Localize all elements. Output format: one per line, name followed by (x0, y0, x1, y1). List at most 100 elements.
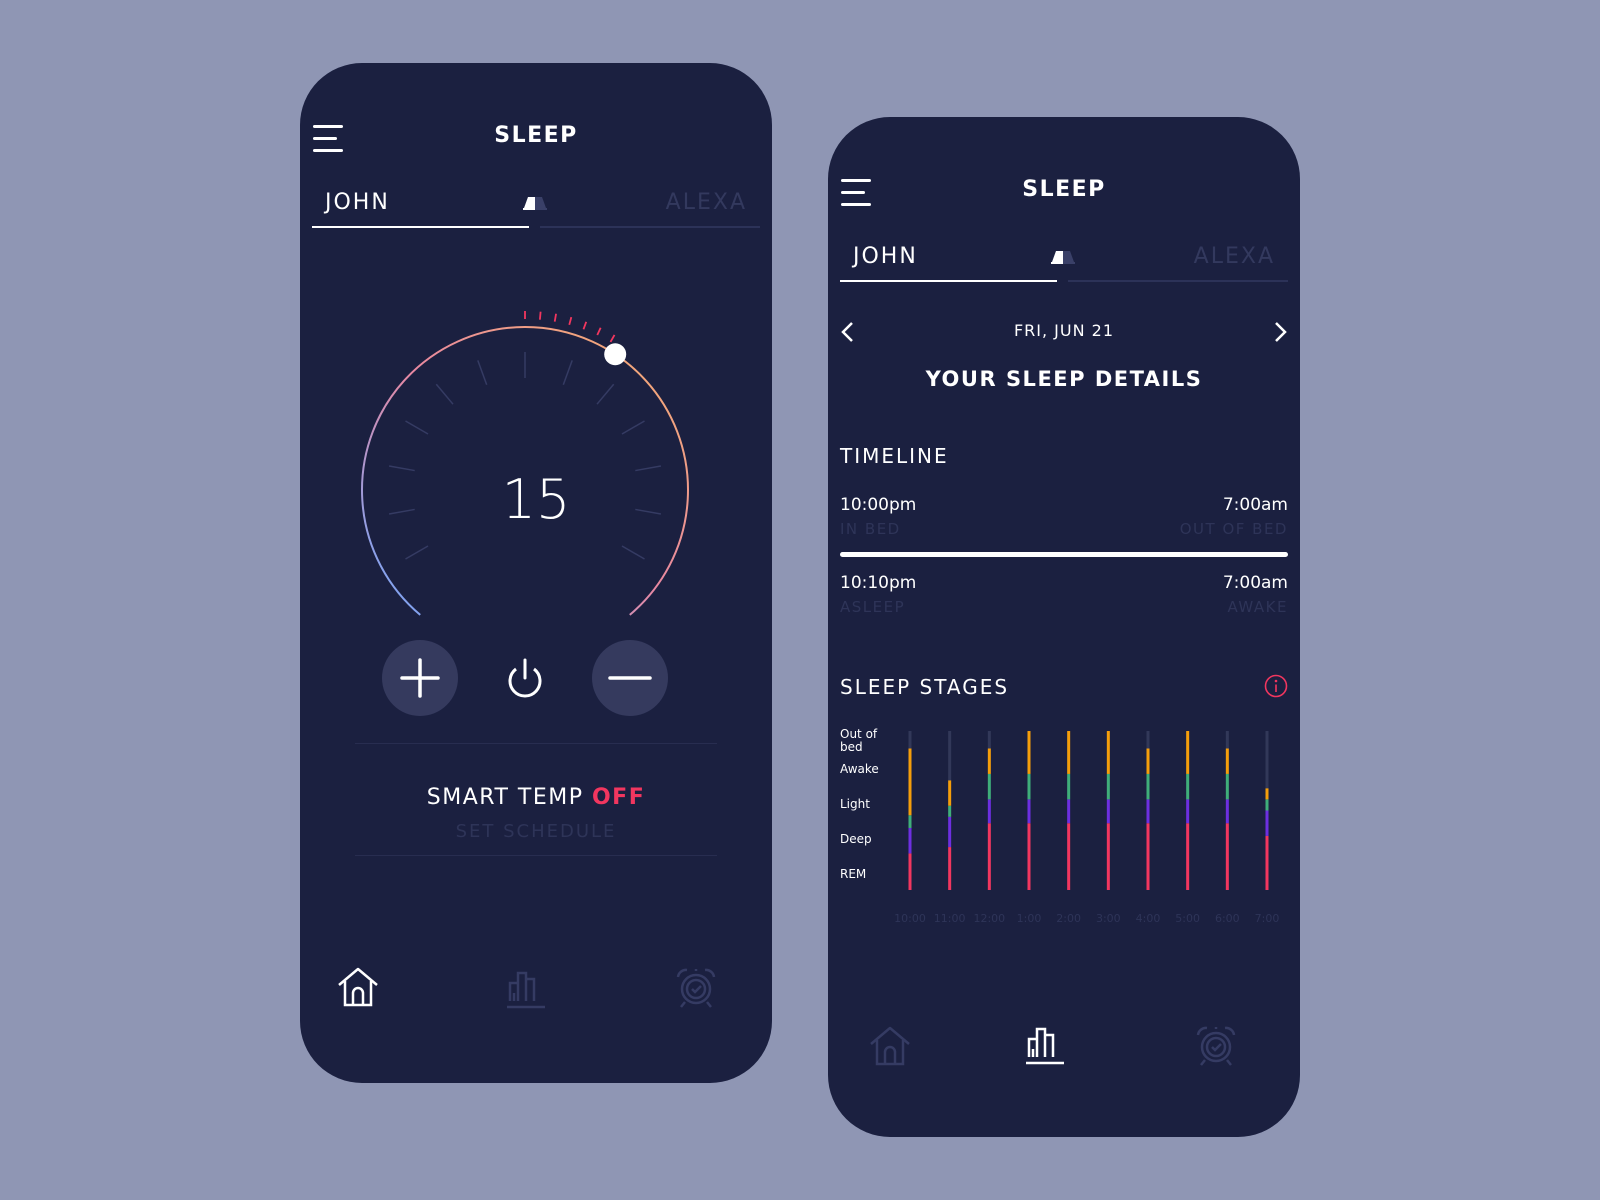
stage-segment-out-of-bed (1225, 731, 1229, 749)
stage-segment-awake (1265, 788, 1269, 800)
chart-icon[interactable] (1023, 1021, 1067, 1065)
tab-divider (540, 226, 760, 228)
stage-segment-awake (1225, 748, 1229, 774)
stage-segment-rem (1265, 835, 1269, 890)
stage-segment-light (1225, 773, 1229, 800)
stage-segment-light (948, 805, 952, 817)
divider (355, 743, 717, 744)
stage-segment-light (908, 815, 912, 828)
dial-handle[interactable] (604, 343, 627, 366)
plus-icon (400, 658, 440, 698)
stage-segment-out-of-bed (1146, 731, 1150, 749)
tab-john[interactable]: JOHN (853, 244, 918, 269)
timeline-bar (840, 552, 1288, 557)
stage-segment-deep (1106, 799, 1110, 824)
x-tick-label: 6:00 (1214, 912, 1240, 925)
bed-icon[interactable] (1048, 248, 1078, 266)
home-icon[interactable] (868, 1024, 912, 1068)
stage-segment-awake (1186, 731, 1190, 774)
dial-tick (435, 383, 454, 405)
tab-alexa[interactable]: ALEXA (1194, 244, 1275, 269)
stage-segment-awake (1146, 748, 1150, 774)
current-date: FRI, JUN 21 (1013, 321, 1115, 340)
awake-label: AWAKE (1227, 598, 1288, 616)
stage-segment-rem (1067, 823, 1071, 890)
set-schedule-link[interactable]: SET SCHEDULE (300, 821, 772, 842)
stage-segment-rem (1106, 823, 1110, 890)
asleep-label: ASLEEP (840, 598, 906, 616)
smart-temp-state: OFF (591, 785, 646, 810)
timeline-title: TIMELINE (840, 444, 949, 468)
home-icon[interactable] (336, 965, 380, 1009)
stage-segment-deep (1265, 810, 1269, 836)
user-tabs: JOHN ALEXA (312, 178, 760, 228)
stage-segment-light (1067, 773, 1071, 800)
tab-divider (1068, 280, 1288, 282)
section-heading: YOUR SLEEP DETAILS (925, 367, 1203, 391)
stage-segment-out-of-bed (987, 731, 991, 749)
smart-temp-label: SMART TEMP (426, 785, 584, 810)
stage-segment-deep (1186, 799, 1190, 824)
dial-tick (596, 383, 615, 405)
x-tick-label: 3:00 (1095, 912, 1121, 925)
power-button[interactable] (487, 640, 563, 716)
stage-segment-light (1027, 773, 1031, 800)
stage-segment-rem (948, 847, 952, 890)
page-title: SLEEP (1022, 177, 1106, 202)
dial-level-tick (582, 321, 588, 330)
sleep-stages-chart (908, 731, 1269, 890)
stage-segment-light (1186, 773, 1190, 800)
info-icon[interactable] (1264, 674, 1288, 698)
stage-segment-light (987, 773, 991, 800)
page-title: SLEEP (494, 123, 578, 148)
stage-segment-rem (987, 823, 991, 890)
stage-segment-awake (1106, 731, 1110, 774)
dial-tick (562, 360, 573, 386)
tab-alexa[interactable]: ALEXA (666, 190, 747, 215)
stage-segment-light (1265, 799, 1269, 811)
stage-segment-deep (1027, 799, 1031, 824)
in-bed-time: 10:00pm (840, 495, 917, 515)
x-tick-label: 11:00 (933, 912, 966, 925)
stage-segment-awake (908, 748, 912, 816)
stage-segment-out-of-bed (1265, 731, 1269, 789)
tab-john[interactable]: JOHN (325, 190, 390, 215)
smart-temp-status[interactable]: SMART TEMP OFF (300, 785, 772, 810)
out-of-bed-time: 7:00am (1222, 495, 1288, 515)
x-tick-label: 5:00 (1175, 912, 1201, 925)
stage-segment-rem (1146, 823, 1150, 890)
asleep-time: 10:10pm (840, 573, 917, 593)
increase-button[interactable] (382, 640, 458, 716)
in-bed-label: IN BED (840, 520, 901, 538)
x-tick-label: 12:00 (973, 912, 1006, 925)
chart-icon[interactable] (504, 965, 548, 1009)
sleep-details-screen: SLEEP JOHN ALEXA FRI, JUN 21 YOUR SLEEP … (828, 117, 1300, 1137)
bed-icon[interactable] (520, 194, 550, 212)
stage-segment-out-of-bed (908, 731, 912, 749)
stage-segment-deep (908, 827, 912, 854)
thermostat-screen: SLEEP JOHN ALEXA 15 SMART TEMP OFF SET S… (300, 63, 772, 1083)
stage-segment-rem (1225, 823, 1229, 890)
dial-level-tick (596, 327, 602, 336)
stage-segment-light (1146, 773, 1150, 800)
tab-indicator (312, 226, 529, 228)
alarm-icon[interactable] (1194, 1023, 1238, 1067)
tab-indicator (840, 280, 1057, 282)
minus-icon (608, 676, 652, 680)
stage-segment-deep (987, 799, 991, 824)
stage-segment-awake (1067, 731, 1071, 774)
stage-segment-awake (948, 780, 952, 806)
dial-tick (405, 420, 429, 435)
x-tick-label: 1:00 (1016, 912, 1042, 925)
stage-segment-rem (908, 853, 912, 890)
date-navigator: FRI, JUN 21 (828, 317, 1300, 347)
alarm-icon[interactable] (674, 965, 718, 1009)
decrease-button[interactable] (592, 640, 668, 716)
chevron-right-icon[interactable] (1272, 321, 1288, 343)
user-tabs: JOHN ALEXA (840, 232, 1288, 282)
dial-level-tick (553, 313, 557, 322)
stage-segment-deep (1067, 799, 1071, 824)
dial-level-ticks (524, 311, 616, 343)
dial-tick (405, 545, 429, 560)
out-of-bed-label: OUT OF BED (1179, 520, 1288, 538)
